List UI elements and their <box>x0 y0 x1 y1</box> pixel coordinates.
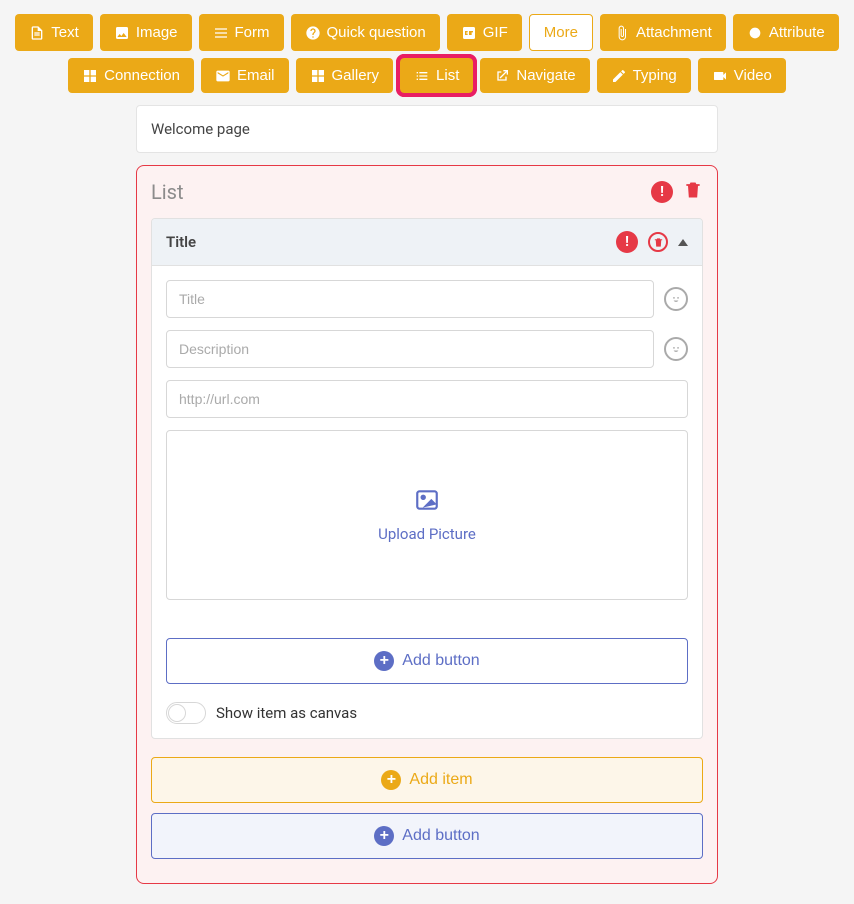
toolbar-label: Attribute <box>769 24 825 41</box>
upload-label: Upload Picture <box>378 525 476 543</box>
connection-icon <box>82 68 98 84</box>
list-icon <box>414 68 430 84</box>
add-item-label: Add item <box>409 771 472 789</box>
picture-icon <box>412 487 442 517</box>
plus-icon: + <box>374 826 394 846</box>
more-button[interactable]: More <box>529 14 593 51</box>
gallery-icon <box>310 68 326 84</box>
file-icon <box>29 25 45 41</box>
add-button-label: Add button <box>402 827 479 845</box>
title-input[interactable] <box>166 280 654 318</box>
email-button[interactable]: Email <box>201 58 289 93</box>
welcome-page-label: Welcome page <box>151 120 250 138</box>
video-button[interactable]: Video <box>698 58 786 93</box>
toolbar-label: Image <box>136 24 178 41</box>
quick-question-button[interactable]: Quick question <box>291 14 440 51</box>
list-button[interactable]: List <box>400 58 473 93</box>
image-icon <box>114 25 130 41</box>
gif-icon <box>461 25 477 41</box>
alert-icon[interactable]: ! <box>616 231 638 253</box>
navigate-button[interactable]: Navigate <box>480 58 589 93</box>
toolbar-label: Navigate <box>516 67 575 84</box>
list-panel-header: List ! <box>151 180 703 204</box>
canvas-toggle-label: Show item as canvas <box>216 704 357 722</box>
video-icon <box>712 68 728 84</box>
emoji-button[interactable] <box>664 287 688 311</box>
attribute-icon <box>747 25 763 41</box>
question-icon <box>305 25 321 41</box>
collapse-icon[interactable] <box>678 239 688 246</box>
description-input[interactable] <box>166 330 654 368</box>
alert-icon[interactable]: ! <box>651 181 673 203</box>
toggle-knob <box>168 704 186 722</box>
accordion-header[interactable]: Title ! <box>152 219 702 266</box>
toolbar-label: Gallery <box>332 67 380 84</box>
toolbar-label: List <box>436 67 459 84</box>
toolbar-label: Video <box>734 67 772 84</box>
list-item-accordion: Title ! <box>151 218 703 739</box>
toolbar-label: Text <box>51 24 79 41</box>
gallery-button[interactable]: Gallery <box>296 58 394 93</box>
attachment-icon <box>614 25 630 41</box>
welcome-page-card[interactable]: Welcome page <box>136 105 718 153</box>
form-button[interactable]: Form <box>199 14 284 51</box>
accordion-body: Upload Picture + Add button Show item as… <box>152 266 702 738</box>
toolbar-label: Attachment <box>636 24 712 41</box>
toolbar-label: Connection <box>104 67 180 84</box>
image-button[interactable]: Image <box>100 14 192 51</box>
add-button-inner[interactable]: + Add button <box>166 638 688 684</box>
gif-button[interactable]: GIF <box>447 14 522 51</box>
accordion-title: Title <box>166 233 196 251</box>
add-button-label: Add button <box>402 652 479 670</box>
list-panel-title: List <box>151 180 184 204</box>
plus-icon: + <box>374 651 394 671</box>
toolbar-label: GIF <box>483 24 508 41</box>
toolbar-label: Form <box>235 24 270 41</box>
toolbar: Text Image Form Quick question GIF More … <box>0 0 854 93</box>
url-input[interactable] <box>166 380 688 418</box>
add-button-bottom[interactable]: + Add button <box>151 813 703 859</box>
email-icon <box>215 68 231 84</box>
emoji-button[interactable] <box>664 337 688 361</box>
canvas-toggle[interactable] <box>166 702 206 724</box>
text-button[interactable]: Text <box>15 14 93 51</box>
upload-picture-area[interactable]: Upload Picture <box>166 430 688 600</box>
attachment-button[interactable]: Attachment <box>600 14 726 51</box>
toolbar-label: More <box>544 24 578 41</box>
toolbar-label: Quick question <box>327 24 426 41</box>
delete-list-button[interactable] <box>683 180 703 204</box>
form-icon <box>213 25 229 41</box>
typing-button[interactable]: Typing <box>597 58 691 93</box>
attribute-button[interactable]: Attribute <box>733 14 839 51</box>
add-item-button[interactable]: + Add item <box>151 757 703 803</box>
delete-item-button[interactable] <box>648 232 668 252</box>
toolbar-label: Typing <box>633 67 677 84</box>
connection-button[interactable]: Connection <box>68 58 194 93</box>
toolbar-label: Email <box>237 67 275 84</box>
plus-icon: + <box>381 770 401 790</box>
typing-icon <box>611 68 627 84</box>
navigate-icon <box>494 68 510 84</box>
list-panel: List ! Title ! <box>136 165 718 884</box>
